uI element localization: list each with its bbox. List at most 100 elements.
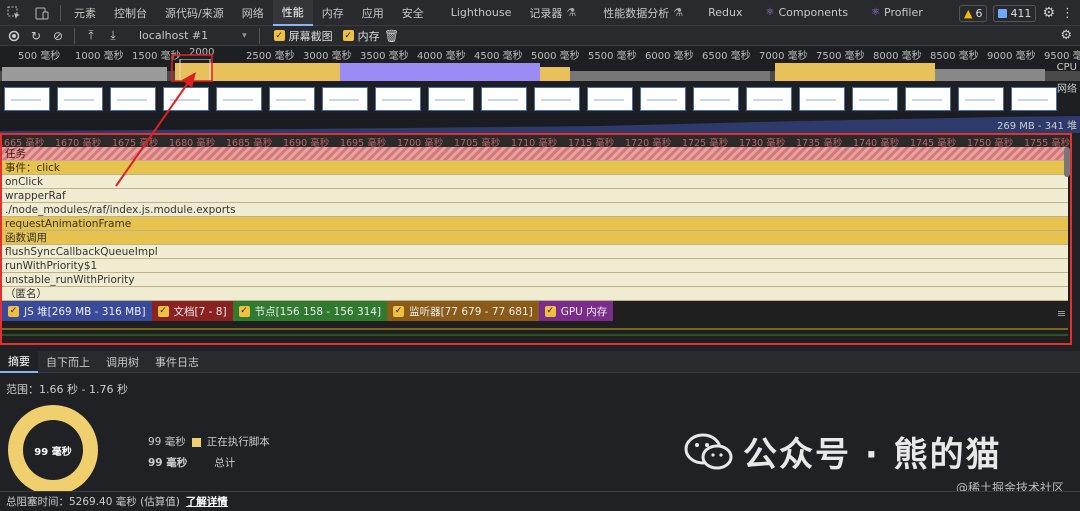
timeline-overview[interactable]: 500 毫秒 1000 毫秒 1500 毫秒 2000 2500 毫秒 3000 毫秒 35… bbox=[0, 47, 1080, 133]
warnings-badge[interactable]: ▲ 6 bbox=[958, 4, 988, 22]
tab-memory[interactable]: 内存 bbox=[313, 0, 353, 26]
screenshot-thumbnail[interactable] bbox=[163, 87, 209, 111]
device-toolbar-icon[interactable] bbox=[28, 0, 56, 26]
flame-time-tick: 1710 毫秒 bbox=[511, 138, 558, 147]
flame-entry-task[interactable]: 任务 bbox=[2, 147, 1068, 161]
thumbnail-content bbox=[329, 99, 359, 101]
screenshot-thumbnail[interactable] bbox=[4, 87, 50, 111]
issues-icon bbox=[998, 8, 1008, 18]
reload-record-button[interactable]: ↻ bbox=[26, 26, 46, 46]
tab-call-tree[interactable]: 调用树 bbox=[98, 351, 147, 373]
nodes-toggle[interactable]: ✓ 节点[156 158 - 156 314] bbox=[232, 301, 388, 321]
tab-components[interactable]: ⚛ Components bbox=[751, 0, 857, 26]
flame-time-tick: 1755 毫秒 bbox=[1024, 138, 1071, 147]
screenshot-thumbnail[interactable] bbox=[322, 87, 368, 111]
save-profile-button[interactable]: ⤓ bbox=[103, 26, 123, 46]
collect-garbage-button[interactable]: 🗑 bbox=[382, 26, 402, 46]
tab-label: Lighthouse bbox=[450, 6, 512, 19]
thumbnail-content bbox=[276, 99, 306, 101]
tab-label: 应用 bbox=[361, 6, 384, 20]
flame-entry[interactable]: unstable_runWithPriority bbox=[2, 273, 1068, 287]
learn-more-link[interactable]: 了解详情 bbox=[186, 494, 228, 509]
flame-entry[interactable]: ./node_modules/raf/index.js.module.expor… bbox=[2, 203, 1068, 217]
gpu-memory-toggle[interactable]: ✓ GPU 内存 bbox=[538, 301, 614, 321]
flame-time-tick: 1730 毫秒 bbox=[739, 138, 786, 147]
memory-counters-legend: ✓ JS 堆[269 MB - 316 MB] ✓ 文档[7 - 8] ✓ 节点[15… bbox=[2, 301, 614, 321]
screenshot-thumbnail[interactable] bbox=[587, 87, 633, 111]
screenshot-thumbnail[interactable] bbox=[481, 87, 527, 111]
ruler-tick: 2000 bbox=[189, 47, 215, 58]
flame-entry[interactable]: onClick bbox=[2, 175, 1068, 189]
flame-entry-function-call[interactable]: 函数调用 bbox=[2, 231, 1068, 245]
screenshot-thumbnail[interactable] bbox=[428, 87, 474, 111]
flame-time-tick: 1680 毫秒 bbox=[169, 138, 216, 147]
tabbar-right: ▲ 6 411 ⚙ ⋮ bbox=[958, 0, 1080, 26]
js-heap-toggle[interactable]: ✓ JS 堆[269 MB - 316 MB] bbox=[2, 301, 152, 321]
tab-elements[interactable]: 元素 bbox=[65, 0, 105, 26]
screenshot-thumbnail[interactable] bbox=[746, 87, 792, 111]
inspect-element-icon[interactable] bbox=[0, 0, 28, 26]
flame-entry[interactable]: flushSyncCallbackQueueImpl bbox=[2, 245, 1068, 259]
screenshot-thumbnail[interactable] bbox=[534, 87, 580, 111]
tab-network[interactable]: 网络 bbox=[233, 0, 273, 26]
flame-entry[interactable]: requestAnimationFrame bbox=[2, 217, 1068, 231]
screenshot-thumbnail[interactable] bbox=[640, 87, 686, 111]
screenshot-thumbnail[interactable] bbox=[799, 87, 845, 111]
memory-checkbox[interactable]: ✓ 内存 bbox=[342, 28, 380, 44]
clear-button[interactable]: ⊘ bbox=[48, 26, 68, 46]
tab-sources[interactable]: 源代码/来源 bbox=[156, 0, 233, 26]
tab-bottom-up[interactable]: 自下而上 bbox=[38, 351, 98, 373]
documents-toggle[interactable]: ✓ 文档[7 - 8] bbox=[151, 301, 233, 321]
tab-redux[interactable]: Redux bbox=[692, 0, 751, 26]
more-options-icon[interactable]: ⋮ bbox=[1061, 6, 1074, 21]
screenshot-thumbnail[interactable] bbox=[852, 87, 898, 111]
screenshot-thumbnail[interactable] bbox=[110, 87, 156, 111]
tab-profiler[interactable]: ⚛ Profiler bbox=[857, 0, 932, 26]
screenshot-thumbnail[interactable] bbox=[958, 87, 1004, 111]
screenshots-checkbox[interactable]: ✓ 屏幕截图 bbox=[273, 28, 333, 44]
screenshot-thumbnail[interactable] bbox=[269, 87, 315, 111]
tab-summary[interactable]: 摘要 bbox=[0, 350, 38, 373]
reload-icon: ↻ bbox=[30, 28, 42, 43]
network-label: 网络 bbox=[1057, 84, 1077, 95]
issues-badge[interactable]: 411 bbox=[993, 4, 1037, 22]
flame-scrollbar[interactable] bbox=[1064, 147, 1070, 177]
tab-performance[interactable]: 性能 bbox=[272, 0, 313, 26]
flame-entry-click-event[interactable]: 事件：click bbox=[2, 161, 1068, 175]
tab-application[interactable]: 应用 bbox=[353, 0, 393, 26]
target-label: localhost #1 bbox=[139, 29, 209, 42]
capture-settings-icon[interactable]: ⚙ bbox=[1060, 28, 1072, 43]
memory-label: 内存 bbox=[357, 29, 380, 43]
flame-entry[interactable]: runWithPriority$1 bbox=[2, 259, 1068, 273]
settings-gear-icon[interactable]: ⚙ bbox=[1042, 5, 1055, 21]
performance-toolbar: ↻ ⊘ ⤒ ⤓ localhost #1 ▾ ✓ 屏幕截图 ✓ 内存 🗑 ⚙ bbox=[0, 26, 1080, 46]
record-button[interactable] bbox=[4, 26, 24, 46]
screenshot-thumbnail[interactable] bbox=[1011, 87, 1057, 111]
menu-icon[interactable]: ≡ bbox=[1057, 307, 1066, 320]
listeners-toggle[interactable]: ✓ 监听器[77 679 - 77 681] bbox=[387, 301, 539, 321]
react-icon: ⚛ bbox=[765, 7, 775, 18]
tab-console[interactable]: 控制台 bbox=[105, 0, 156, 26]
cpu-label: CPU bbox=[1056, 62, 1077, 73]
flame-time-tick: 1715 毫秒 bbox=[568, 138, 615, 147]
target-select[interactable]: localhost #1 ▾ bbox=[133, 28, 253, 44]
thumbnail-content bbox=[64, 99, 94, 101]
screenshot-thumbnail[interactable] bbox=[905, 87, 951, 111]
tab-recorder[interactable]: 记录器 ⚗ bbox=[520, 0, 585, 26]
main-thread-flame-chart[interactable]: 1665 毫秒 1670 毫秒 1675 毫秒 1680 毫秒 1685 毫秒 1690 … bbox=[0, 133, 1072, 345]
flame-time-tick: 1720 毫秒 bbox=[625, 138, 672, 147]
flame-entry[interactable]: wrapperRaf bbox=[2, 189, 1068, 203]
screenshot-thumbnail[interactable] bbox=[375, 87, 421, 111]
heap-chart bbox=[0, 113, 1080, 133]
tab-performance-insights[interactable]: 性能数据分析 ⚗ bbox=[585, 0, 692, 26]
tab-event-log[interactable]: 事件日志 bbox=[147, 351, 207, 373]
tab-lighthouse[interactable]: Lighthouse bbox=[433, 0, 521, 26]
tab-security[interactable]: 安全 bbox=[393, 0, 433, 26]
screenshot-thumbnail[interactable] bbox=[57, 87, 103, 111]
checkbox-checked-icon: ✓ bbox=[393, 305, 405, 317]
checkbox-checked-icon: ✓ bbox=[544, 305, 556, 317]
screenshot-thumbnail[interactable] bbox=[693, 87, 739, 111]
flame-entry-anonymous[interactable]: （匿名） bbox=[2, 287, 1068, 301]
screenshot-thumbnail[interactable] bbox=[216, 87, 262, 111]
load-profile-button[interactable]: ⤒ bbox=[81, 26, 101, 46]
